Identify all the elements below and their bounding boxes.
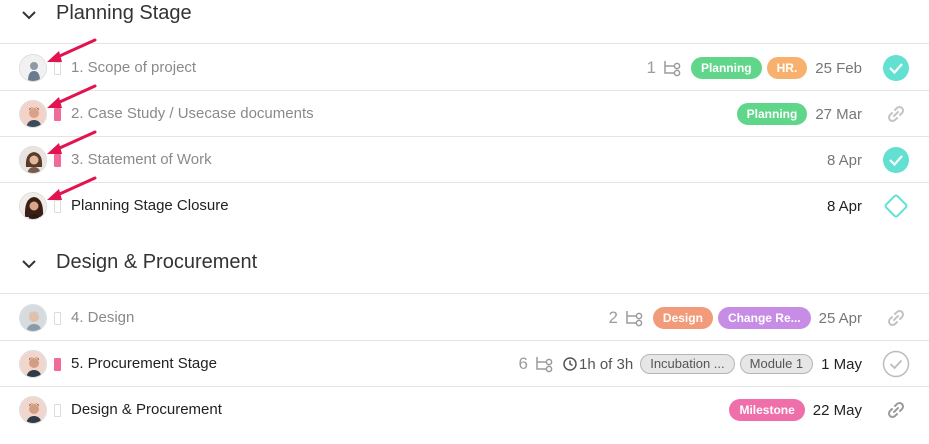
task-row[interactable]: 3. Statement of Work 8 Apr xyxy=(0,130,929,183)
subtask-count: 1 xyxy=(646,58,656,77)
avatar[interactable] xyxy=(19,54,47,82)
due-date[interactable]: 27 Mar xyxy=(815,106,862,123)
task-meta: Milestone 22 May xyxy=(729,399,862,421)
task-name[interactable]: Design & Procurement xyxy=(71,401,222,418)
due-date[interactable]: 22 May xyxy=(813,402,862,419)
avatar[interactable] xyxy=(19,100,47,128)
task-meta: Planning 27 Mar xyxy=(736,103,862,125)
due-date[interactable]: 8 Apr xyxy=(827,152,862,169)
avatar[interactable] xyxy=(19,396,47,424)
subtask-icon xyxy=(626,311,643,327)
task-row[interactable]: 1. Scope of project 1 Planning HR. 25 Fe… xyxy=(0,38,929,91)
completed-check-icon[interactable] xyxy=(882,146,910,174)
due-date[interactable]: 25 Apr xyxy=(819,310,862,327)
priority-flag[interactable] xyxy=(54,404,61,417)
complete-task-check-icon[interactable] xyxy=(882,350,910,378)
task-name[interactable]: Planning Stage Closure xyxy=(71,197,229,214)
subtask-count: 6 xyxy=(518,354,528,373)
tag-planning[interactable]: Planning xyxy=(690,57,762,79)
tag-design[interactable]: Design xyxy=(652,307,713,329)
task-row[interactable]: 4. Design 2 Design Change Re... 25 Apr xyxy=(0,295,929,341)
task-row[interactable]: 5. Procurement Stage 6 1h of 3h Incubati… xyxy=(0,341,929,387)
time-estimate-label: 1h of 3h xyxy=(578,355,634,373)
group-header-design-procurement[interactable]: Design & Procurement xyxy=(0,251,929,291)
due-date[interactable]: 25 Feb xyxy=(815,60,862,77)
milestone-diamond-icon[interactable] xyxy=(882,192,910,220)
link-icon[interactable] xyxy=(882,396,910,424)
due-date[interactable]: 1 May xyxy=(821,356,862,373)
tag-planning[interactable]: Planning xyxy=(736,103,808,125)
group-title: Planning Stage xyxy=(56,2,192,24)
tag-hr[interactable]: HR. xyxy=(766,57,808,79)
clock-icon xyxy=(563,357,577,371)
task-row[interactable]: Planning Stage Closure 8 Apr xyxy=(0,176,929,229)
task-name[interactable]: 5. Procurement Stage xyxy=(71,355,217,372)
priority-flag[interactable] xyxy=(54,312,61,325)
link-icon[interactable] xyxy=(882,100,910,128)
subtask-icon xyxy=(664,61,681,77)
priority-flag[interactable] xyxy=(54,108,61,121)
group-header-planning-stage[interactable]: Planning Stage xyxy=(0,2,929,42)
priority-flag[interactable] xyxy=(54,358,61,371)
task-row[interactable]: 2. Case Study / Usecase documents Planni… xyxy=(0,84,929,137)
task-meta: 1 Planning HR. 25 Feb xyxy=(646,57,862,79)
task-meta: 8 Apr xyxy=(824,149,862,171)
chevron-down-icon[interactable] xyxy=(20,255,38,273)
subtask-count: 2 xyxy=(608,308,618,327)
avatar[interactable] xyxy=(19,350,47,378)
divider xyxy=(0,43,929,44)
tag-incubation[interactable]: Incubation ... xyxy=(640,354,735,374)
subtask-icon xyxy=(536,357,553,373)
tag-milestone[interactable]: Milestone xyxy=(729,399,805,421)
priority-flag[interactable] xyxy=(54,62,61,75)
link-icon[interactable] xyxy=(882,304,910,332)
task-name[interactable]: 1. Scope of project xyxy=(71,59,196,76)
task-name[interactable]: 4. Design xyxy=(71,309,134,326)
priority-flag[interactable] xyxy=(54,154,61,167)
avatar[interactable] xyxy=(19,304,47,332)
completed-check-icon[interactable] xyxy=(882,54,910,82)
priority-flag[interactable] xyxy=(54,200,61,213)
task-name[interactable]: 3. Statement of Work xyxy=(71,151,212,168)
task-name[interactable]: 2. Case Study / Usecase documents xyxy=(71,105,314,122)
group-title: Design & Procurement xyxy=(56,251,258,273)
tag-module[interactable]: Module 1 xyxy=(739,354,814,374)
task-meta: 8 Apr xyxy=(824,195,862,217)
task-meta: 6 1h of 3h Incubation ... Module 1 1 May xyxy=(519,353,862,375)
chevron-down-icon[interactable] xyxy=(20,6,38,24)
tag-change-request[interactable]: Change Re... xyxy=(717,307,811,329)
task-meta: 2 Design Change Re... 25 Apr xyxy=(608,307,862,329)
task-row[interactable]: Design & Procurement Milestone 22 May xyxy=(0,387,929,433)
avatar[interactable] xyxy=(19,192,47,220)
divider xyxy=(0,293,929,294)
avatar[interactable] xyxy=(19,146,47,174)
due-date[interactable]: 8 Apr xyxy=(827,198,862,215)
time-estimate[interactable]: 1h of 3h xyxy=(563,356,633,373)
